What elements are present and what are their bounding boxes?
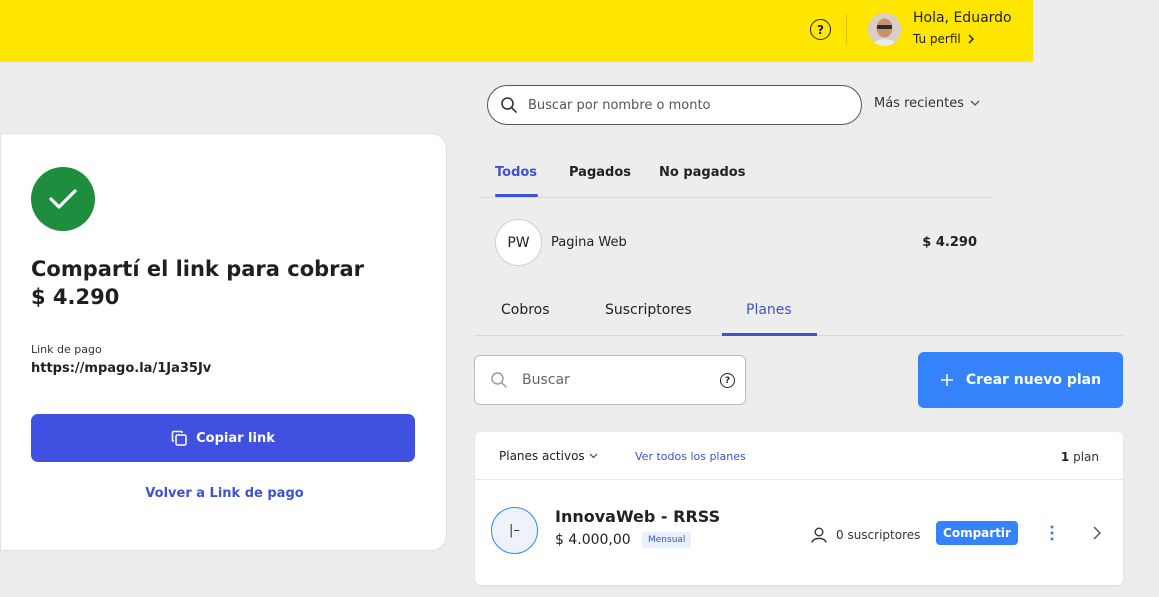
back-to-payment-link[interactable]: Volver a Link de pago: [1, 486, 448, 501]
plan-count-number: 1: [1060, 450, 1070, 464]
payment-status-tabs: Todos Pagados No pagados: [480, 161, 992, 198]
search-placeholder: Buscar por nombre o monto: [528, 97, 711, 113]
tab-cobros[interactable]: Cobros: [501, 302, 550, 318]
item-amount: $ 4.290: [922, 235, 977, 250]
page-title: Compartí el link para cobrar: [31, 257, 365, 281]
payment-amount: $ 4.290: [31, 285, 120, 309]
search-icon: [501, 97, 517, 113]
chevron-right-icon: [968, 34, 974, 44]
plan-count-label: plan: [1073, 450, 1099, 464]
plan-price: $ 4.000,00: [555, 532, 631, 548]
plans-filter-label: Planes activos: [499, 449, 585, 463]
payment-link-url[interactable]: https://mpago.la/1Ja35Jv: [31, 361, 211, 376]
tab-planes[interactable]: Planes: [746, 302, 792, 318]
subscribers-count: 0 suscriptores: [810, 526, 920, 544]
tab-pagados[interactable]: Pagados: [569, 165, 631, 180]
payment-link-card: Compartí el link para cobrar $ 4.290 Lin…: [0, 133, 447, 551]
greeting-text: Hola, Eduardo: [913, 10, 1012, 26]
plans-filter-dropdown[interactable]: Planes activos: [499, 449, 598, 463]
plans-search-placeholder: Buscar: [522, 372, 570, 388]
share-button[interactable]: Compartir: [936, 521, 1018, 545]
help-icon[interactable]: ?: [810, 19, 831, 40]
list-item[interactable]: PW Pagina Web $ 4.290: [480, 210, 992, 274]
payments-search-input[interactable]: Buscar por nombre o monto: [487, 85, 862, 125]
success-check-icon: [31, 167, 95, 231]
item-name: Pagina Web: [551, 235, 627, 250]
tab-no-pagados[interactable]: No pagados: [659, 165, 745, 180]
plan-count: 1 plan: [1061, 450, 1099, 464]
chevron-down-icon: [589, 453, 598, 459]
copy-link-label: Copiar link: [196, 430, 275, 446]
plan-frequency-badge: Mensual: [642, 532, 692, 548]
link-label: Link de pago: [31, 343, 102, 356]
sort-dropdown[interactable]: Más recientes: [874, 96, 980, 111]
view-all-plans-link[interactable]: Ver todos los planes: [635, 450, 746, 463]
plans-search-input[interactable]: Buscar ?: [474, 355, 746, 405]
chevron-down-icon: [970, 100, 980, 106]
section-tabs: Cobros Suscriptores Planes: [475, 290, 1123, 336]
sort-label: Más recientes: [874, 96, 965, 111]
more-options-icon[interactable]: [1046, 522, 1058, 544]
active-tab-indicator: [495, 194, 538, 197]
profile-link[interactable]: Tu perfil: [913, 32, 975, 46]
plan-name[interactable]: InnovaWeb - RRSS: [555, 507, 720, 526]
create-plan-label: Crear nuevo plan: [965, 372, 1102, 388]
user-icon: [811, 527, 827, 543]
avatar[interactable]: [868, 13, 901, 46]
plan-icon: |–: [491, 507, 538, 554]
header-divider: [846, 14, 847, 44]
plus-icon: [940, 374, 953, 386]
copy-icon: [171, 430, 187, 446]
top-navbar: ? Hola, Eduardo Tu perfil: [0, 0, 1033, 61]
avatar-image: [868, 13, 901, 46]
help-icon[interactable]: ?: [720, 373, 735, 388]
search-icon: [491, 372, 507, 388]
plans-card: Planes activos Ver todos los planes 1 pl…: [475, 432, 1123, 585]
plans-card-header: Planes activos Ver todos los planes 1 pl…: [475, 432, 1123, 480]
create-plan-button[interactable]: Crear nuevo plan: [918, 352, 1123, 408]
chevron-right-icon[interactable]: [1091, 525, 1103, 541]
tab-todos[interactable]: Todos: [495, 165, 537, 180]
active-section-indicator: [722, 333, 817, 336]
copy-link-button[interactable]: Copiar link: [31, 414, 415, 462]
tab-suscriptores[interactable]: Suscriptores: [605, 302, 692, 318]
subscribers-label: 0 suscriptores: [836, 528, 921, 542]
profile-link-label: Tu perfil: [913, 32, 961, 46]
item-avatar: PW: [495, 219, 542, 266]
